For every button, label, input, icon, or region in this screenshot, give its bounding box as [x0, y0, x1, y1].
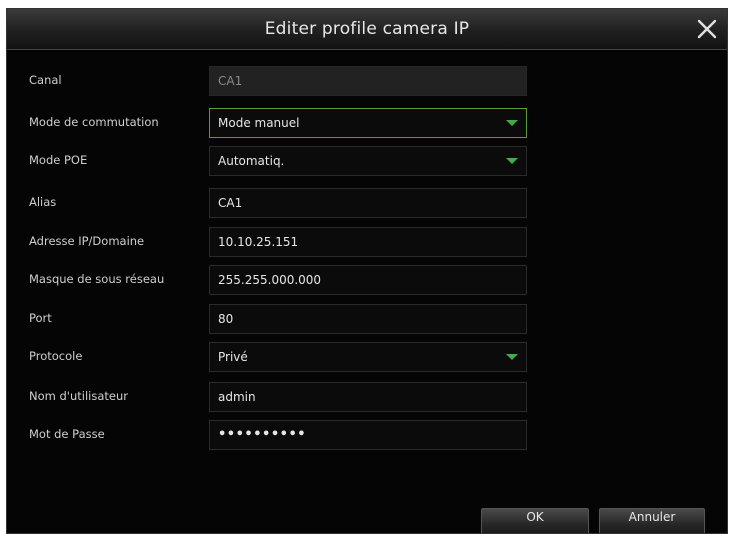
row-alias: Alias CA1: [7, 188, 727, 220]
row-ip-address: Adresse IP/Domaine 10.10.25.151: [7, 227, 727, 259]
row-channel: Canal CA1: [7, 66, 727, 98]
dialog-title: Editer profile camera IP: [264, 19, 470, 39]
row-port: Port 80: [7, 304, 727, 336]
alias-label: Alias: [29, 195, 57, 209]
port-input[interactable]: 80: [209, 304, 527, 334]
username-label: Nom d'utilisateur: [29, 389, 128, 403]
dropdown-arrow-icon: [506, 120, 518, 126]
poe-mode-label: Mode POE: [29, 153, 88, 167]
switch-mode-label: Mode de commutation: [29, 115, 159, 129]
protocol-select[interactable]: Privé: [209, 342, 527, 372]
channel-field: CA1: [209, 66, 527, 96]
protocol-label: Protocole: [29, 349, 83, 363]
alias-input[interactable]: CA1: [209, 188, 527, 218]
switch-mode-dropdown-button[interactable]: [501, 112, 523, 134]
switch-mode-value: Mode manuel: [218, 116, 300, 130]
row-poe-mode: Mode POE Automatiq.: [7, 146, 727, 178]
ip-address-input[interactable]: 10.10.25.151: [209, 227, 527, 257]
protocol-value: Privé: [218, 350, 248, 364]
dialog-titlebar: Editer profile camera IP: [7, 9, 727, 50]
dropdown-arrow-icon: [506, 354, 518, 360]
poe-mode-dropdown-button[interactable]: [501, 150, 523, 172]
row-switch-mode: Mode de commutation Mode manuel: [7, 108, 727, 140]
close-button[interactable]: [693, 15, 721, 43]
ip-address-label: Adresse IP/Domaine: [29, 234, 145, 248]
subnet-mask-label: Masque de sous réseau: [29, 272, 165, 286]
edit-ip-camera-dialog: Editer profile camera IP Canal CA1 Mode …: [6, 8, 728, 534]
username-input[interactable]: admin: [209, 382, 527, 412]
protocol-dropdown-button[interactable]: [501, 346, 523, 368]
row-subnet-mask: Masque de sous réseau 255.255.000.000: [7, 265, 727, 297]
row-protocol: Protocole Privé: [7, 342, 727, 374]
row-username: Nom d'utilisateur admin: [7, 382, 727, 414]
close-icon: [697, 19, 717, 39]
ok-button[interactable]: OK: [481, 508, 589, 533]
password-input[interactable]: ••••••••••: [209, 420, 527, 450]
row-password: Mot de Passe ••••••••••: [7, 420, 727, 452]
dropdown-arrow-icon: [506, 158, 518, 164]
cancel-button[interactable]: Annuler: [599, 508, 705, 533]
port-label: Port: [29, 311, 52, 325]
channel-label: Canal: [29, 73, 62, 87]
subnet-mask-input[interactable]: 255.255.000.000: [209, 265, 527, 295]
poe-mode-select[interactable]: Automatiq.: [209, 146, 527, 176]
poe-mode-value: Automatiq.: [218, 154, 285, 168]
switch-mode-select[interactable]: Mode manuel: [209, 108, 527, 138]
password-label: Mot de Passe: [29, 427, 105, 441]
